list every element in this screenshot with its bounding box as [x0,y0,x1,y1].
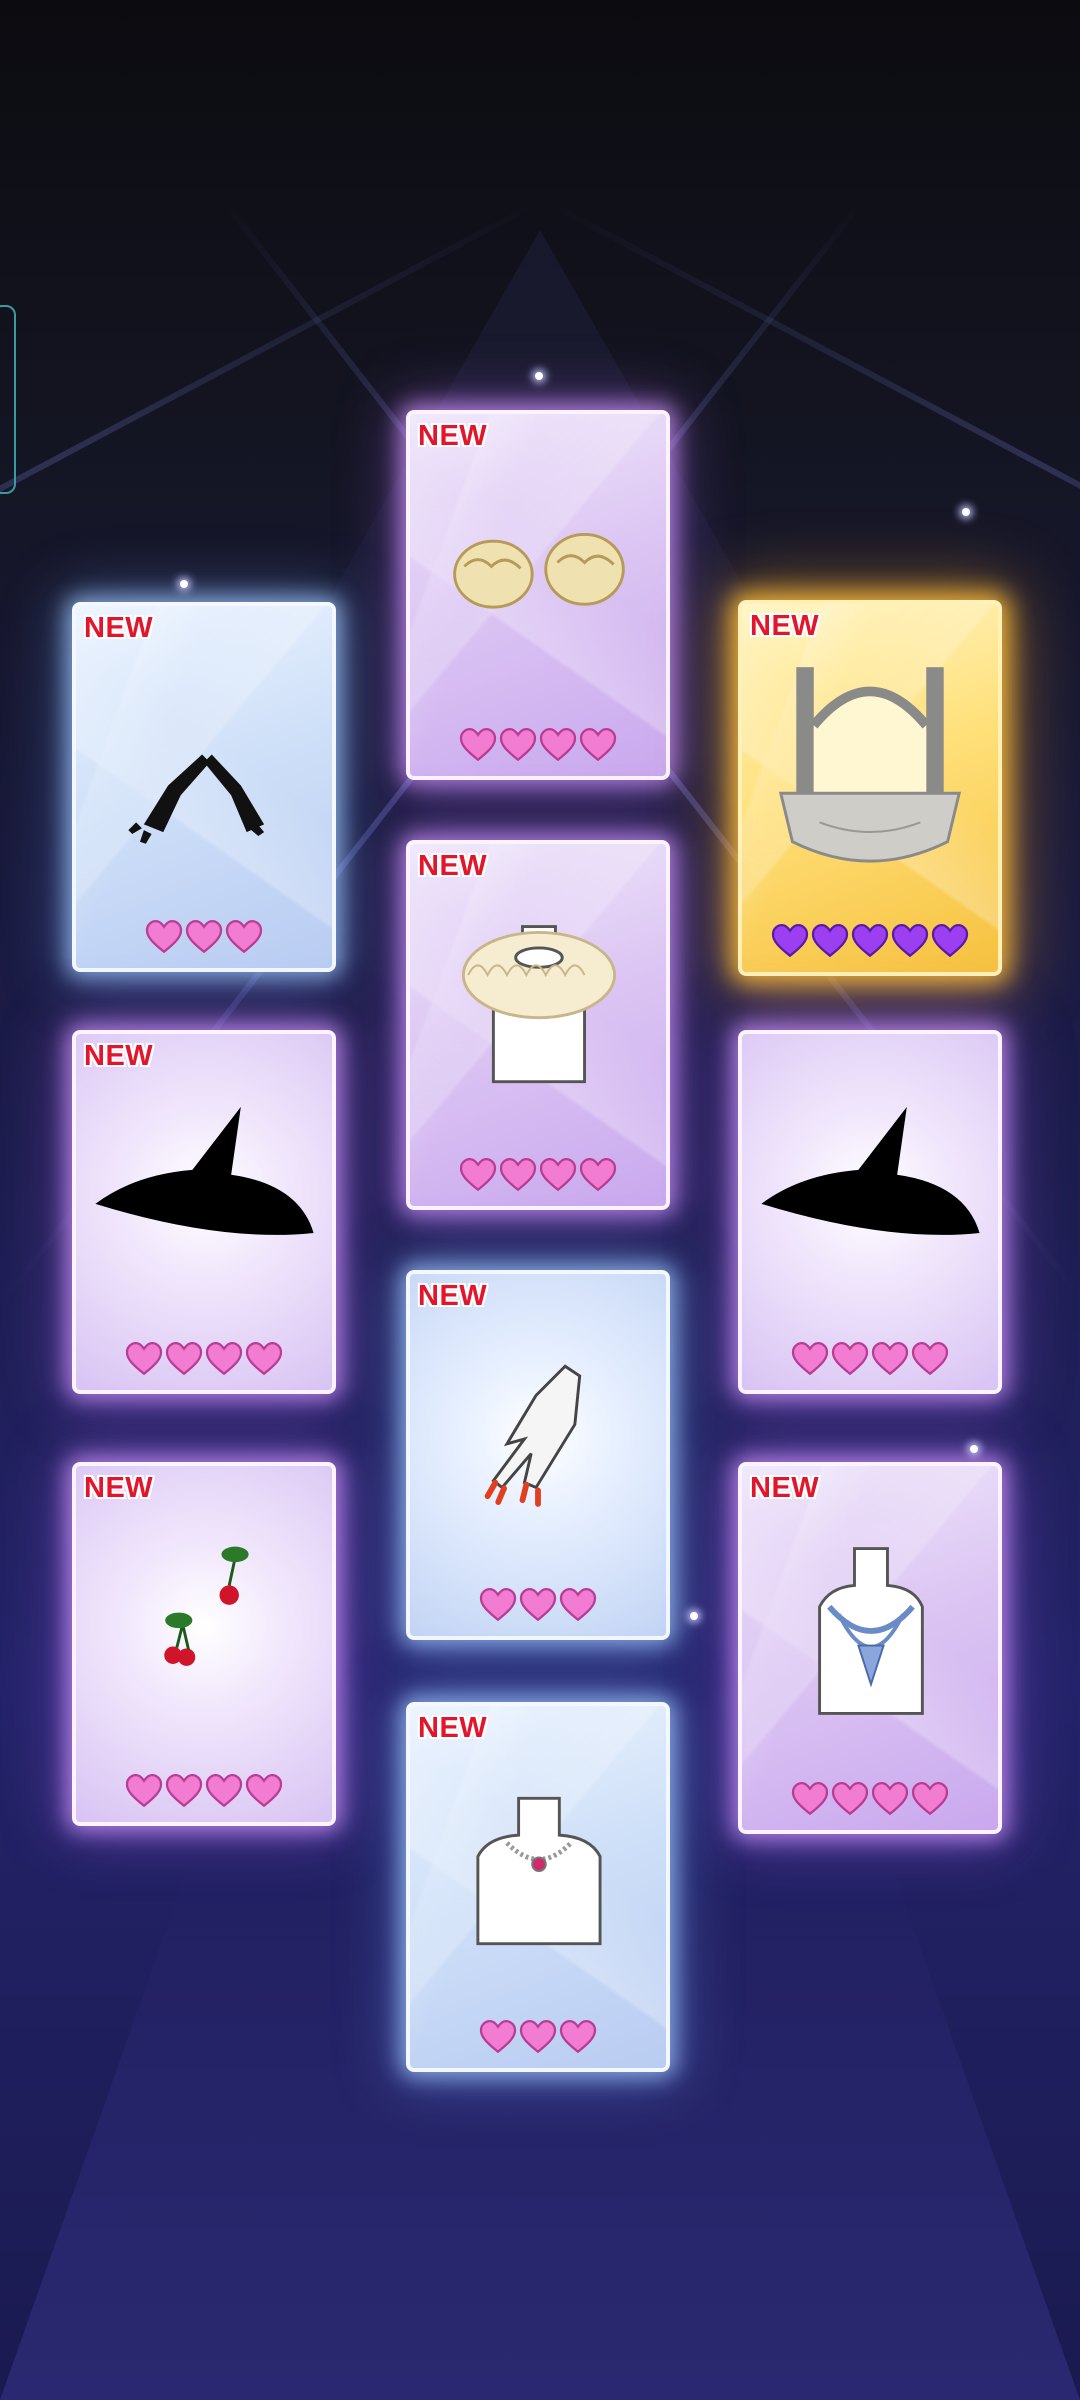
heart-icon [811,924,849,958]
heart-icon [225,920,263,954]
new-badge: NEW [418,420,488,452]
card-nails[interactable]: NEW [406,1270,670,1640]
rarity-hearts [76,1774,332,1808]
heart-icon [519,2020,557,2054]
heart-icon [791,1342,829,1376]
heart-icon [245,1774,283,1808]
new-badge: NEW [84,1472,154,1504]
sparkle [535,372,543,380]
sparkle [690,1612,698,1620]
card-gloves[interactable]: NEW [72,602,336,972]
heart-icon [831,1782,869,1816]
heart-icon [205,1342,243,1376]
heart-icon [831,1342,869,1376]
black-gloves-icon [76,646,332,896]
heart-icon [851,924,889,958]
heart-icon [539,728,577,762]
heart-icon [459,728,497,762]
rarity-hearts [410,1158,666,1192]
new-badge: NEW [418,850,488,882]
card-witch-hat[interactable] [738,1030,1002,1394]
heart-icon [205,1774,243,1808]
heart-icon [931,924,969,958]
rarity-hearts [742,924,998,958]
card-pearl-choker[interactable]: NEW [406,1702,670,2072]
heart-icon [579,728,617,762]
witch-hat-icon [742,1074,998,1324]
new-badge: NEW [750,610,820,642]
heart-icon [499,728,537,762]
heart-icon [559,1588,597,1622]
rarity-hearts [410,1588,666,1622]
sparkle [180,580,188,588]
heart-icon [519,1588,557,1622]
heart-icon [479,1588,517,1622]
card-cuffs[interactable]: NEW [406,410,670,780]
heart-icon [165,1774,203,1808]
new-badge: NEW [418,1712,488,1744]
cherry-earrings-icon [76,1506,332,1756]
heart-icon [791,1782,829,1816]
heart-icon [125,1774,163,1808]
heart-icon [245,1342,283,1376]
rarity-hearts [76,1342,332,1376]
heart-icon [871,1342,909,1376]
sparkle [962,508,970,516]
heart-icon [459,1158,497,1192]
rarity-hearts [742,1342,998,1376]
rarity-hearts [76,920,332,954]
heart-icon [479,2020,517,2054]
card-ruff-collar[interactable]: NEW [406,840,670,1210]
heart-icon [559,2020,597,2054]
rarity-hearts [410,728,666,762]
red-nails-hand-icon [410,1314,666,1564]
gold-cuffs-icon [410,454,666,704]
heart-icon [579,1158,617,1192]
blue-jewel-necklace-icon [742,1506,998,1756]
witch-hat-icon [76,1074,332,1324]
heart-icon [891,924,929,958]
card-witch-hat[interactable]: NEW [72,1030,336,1394]
new-badge: NEW [84,1040,154,1072]
heart-icon [165,1342,203,1376]
heart-icon [911,1342,949,1376]
heart-icon [871,1782,909,1816]
new-badge: NEW [750,1472,820,1504]
card-balcony[interactable]: NEW [738,600,1002,976]
heart-icon [771,924,809,958]
card-cherries[interactable]: NEW [72,1462,336,1826]
heart-icon [185,920,223,954]
new-badge: NEW [418,1280,488,1312]
pearl-choker-icon [410,1746,666,1996]
rarity-hearts [742,1782,998,1816]
new-badge: NEW [84,612,154,644]
heart-icon [539,1158,577,1192]
arch-balcony-icon [742,644,998,894]
side-drawer-tab[interactable] [0,305,16,494]
heart-icon [145,920,183,954]
heart-icon [499,1158,537,1192]
rarity-hearts [410,2020,666,2054]
card-blue-necklace[interactable]: NEW [738,1462,1002,1834]
heart-icon [911,1782,949,1816]
sparkle [970,1445,978,1453]
heart-icon [125,1342,163,1376]
ruff-collar-icon [410,884,666,1134]
